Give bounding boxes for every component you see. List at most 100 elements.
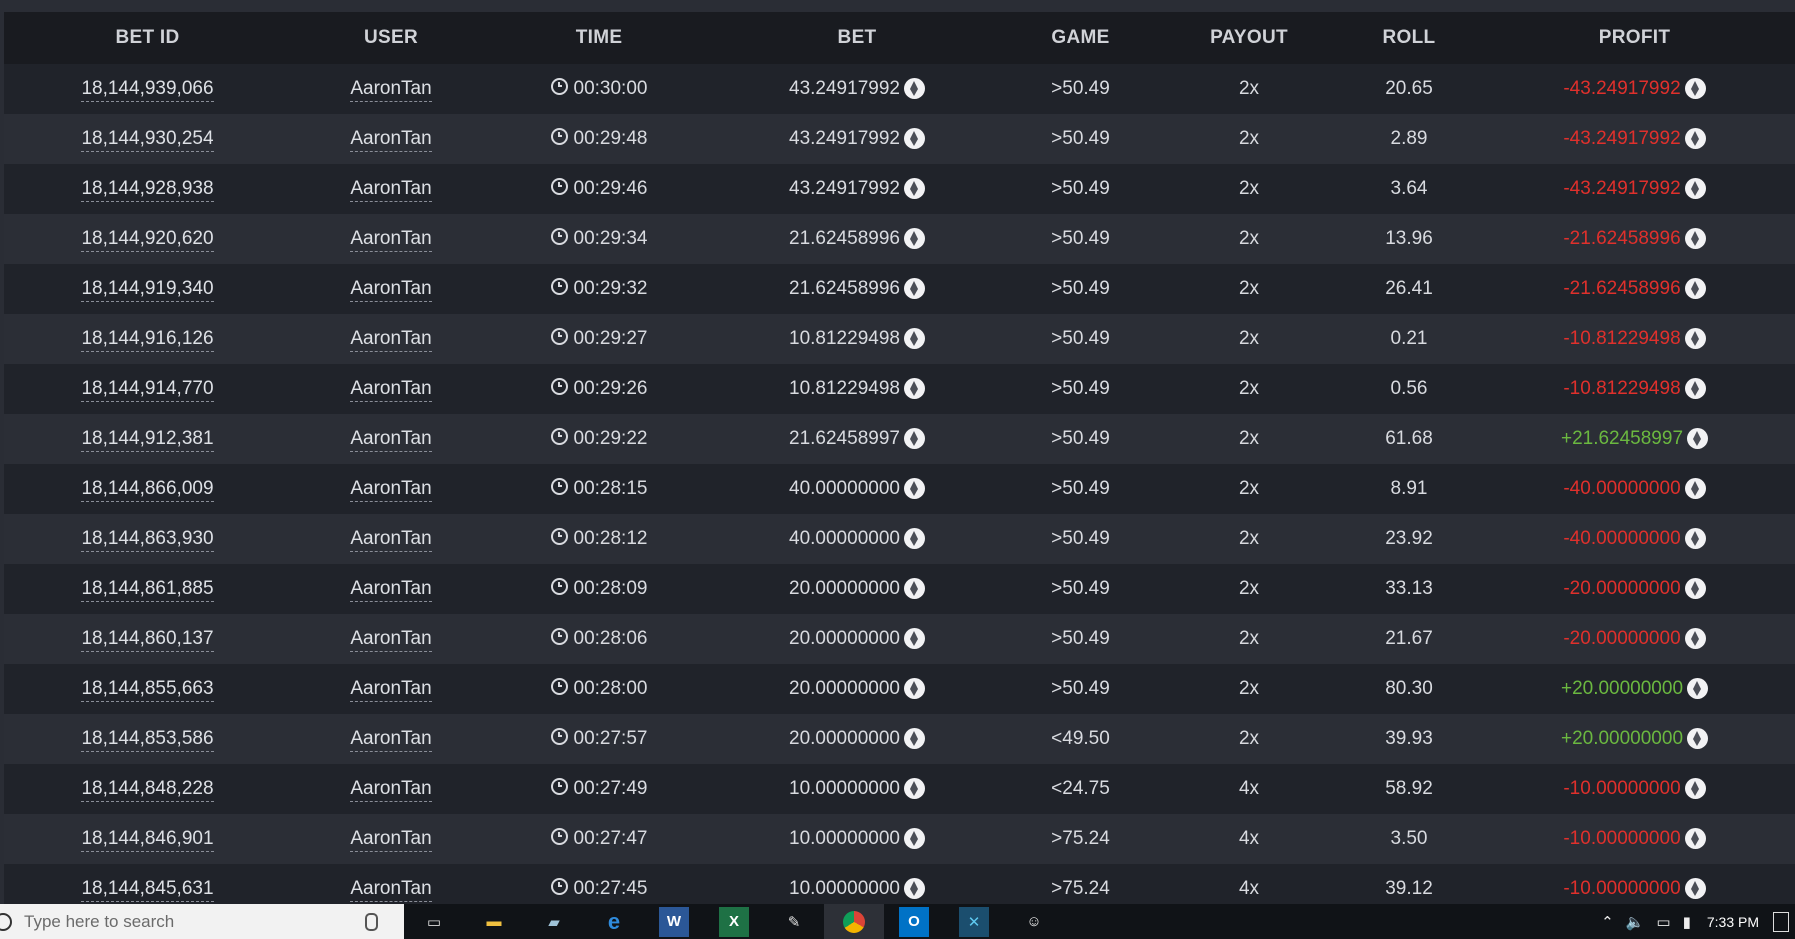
microphone-icon[interactable] — [365, 912, 378, 931]
taskbar-clock[interactable]: 7:33 PM — [1707, 914, 1759, 930]
roll-value: 3.50 — [1390, 828, 1428, 849]
bet-id-cell: 18,144,855,663 — [4, 664, 291, 714]
bet-cell: 43.24917992 — [707, 64, 1007, 114]
game-target: >75.24 — [1051, 878, 1110, 899]
eth-coin-icon — [903, 628, 925, 649]
notifications-icon[interactable] — [1773, 911, 1789, 932]
table-row: 18,144,939,066 AaronTan 00:30:00 43.2491799… — [4, 64, 1795, 114]
bet-id-link[interactable]: 18,144,848,228 — [81, 778, 214, 802]
roll-value: 0.56 — [1390, 378, 1428, 399]
eth-coin-icon — [1687, 728, 1709, 749]
user-link[interactable]: AaronTan — [350, 378, 432, 402]
bet-id-link[interactable]: 18,144,855,663 — [81, 678, 214, 702]
user-link[interactable]: AaronTan — [350, 128, 432, 152]
user-cell: AaronTan — [291, 564, 491, 614]
paint-icon[interactable]: ✎ — [779, 907, 809, 937]
excel-icon[interactable]: X — [719, 906, 749, 937]
clock-icon — [550, 728, 568, 745]
outlook-icon[interactable]: O — [899, 906, 929, 937]
user-link[interactable]: AaronTan — [350, 278, 432, 302]
bet-id-link[interactable]: 18,144,863,930 — [81, 528, 214, 552]
profit-cell: +21.62458997 — [1474, 414, 1795, 464]
user-link[interactable]: AaronTan — [350, 728, 432, 752]
bet-id-link[interactable]: 18,144,916,126 — [81, 328, 214, 352]
roll-value: 39.93 — [1385, 728, 1433, 749]
user-link[interactable]: AaronTan — [350, 678, 432, 702]
bet-id-link[interactable]: 18,144,866,009 — [81, 478, 214, 502]
user-cell: AaronTan — [291, 814, 491, 864]
time-value: 00:29:32 — [573, 278, 648, 299]
chrome-icon[interactable] — [824, 904, 884, 939]
bet-id-link[interactable]: 18,144,914,770 — [81, 378, 214, 402]
eth-coin-icon — [1684, 178, 1706, 199]
eth-coin-icon — [1684, 228, 1706, 249]
table-row: 18,144,930,254 AaronTan 00:29:48 43.2491799… — [4, 114, 1795, 164]
user-link[interactable]: AaronTan — [350, 78, 432, 102]
battery-icon[interactable]: ▮ — [1683, 913, 1691, 931]
user-link[interactable]: AaronTan — [350, 178, 432, 202]
word-icon[interactable]: W — [659, 906, 689, 937]
profit-cell: -43.24917992 — [1474, 164, 1795, 214]
bet-id-link[interactable]: 18,144,846,901 — [81, 828, 214, 852]
bet-id-cell: 18,144,863,930 — [4, 514, 291, 564]
game-target: >50.49 — [1051, 678, 1110, 699]
table-row: 18,144,855,663 AaronTan 00:28:00 20.0000000… — [4, 664, 1795, 714]
app-x-icon[interactable]: ✕ — [959, 906, 989, 937]
time-value: 00:29:48 — [573, 128, 648, 149]
roll-cell: 2.89 — [1344, 114, 1474, 164]
game-target: >50.49 — [1051, 128, 1110, 149]
game-cell: >50.49 — [1007, 264, 1154, 314]
bet-amount: 10.81229498 — [789, 378, 900, 399]
user-link[interactable]: AaronTan — [350, 828, 432, 852]
bet-id-link[interactable]: 18,144,920,620 — [81, 228, 214, 252]
store-icon[interactable]: ▰ — [539, 907, 569, 937]
table-row: 18,144,861,885 AaronTan 00:28:09 20.0000000… — [4, 564, 1795, 614]
eth-coin-icon — [1684, 478, 1706, 499]
roll-value: 20.65 — [1385, 78, 1433, 99]
user-link[interactable]: AaronTan — [350, 428, 432, 452]
profit-value: -21.62458996 — [1563, 278, 1681, 299]
bet-id-link[interactable]: 18,144,939,066 — [81, 78, 214, 102]
user-link[interactable]: AaronTan — [350, 878, 432, 902]
task-view-icon[interactable]: ▭ — [419, 907, 449, 937]
profit-cell: -10.81229498 — [1474, 364, 1795, 414]
table-row: 18,144,928,938 AaronTan 00:29:46 43.2491799… — [4, 164, 1795, 214]
bet-id-link[interactable]: 18,144,845,631 — [81, 878, 214, 902]
game-icon[interactable]: ☺ — [1019, 907, 1049, 937]
game-cell: >50.49 — [1007, 464, 1154, 514]
table-row: 18,144,845,631 AaronTan 00:27:45 10.0000000… — [4, 864, 1795, 904]
roll-cell: 61.68 — [1344, 414, 1474, 464]
time-value: 00:29:34 — [573, 228, 648, 249]
bet-amount: 21.62458996 — [789, 228, 900, 249]
edge-icon[interactable]: e — [599, 907, 629, 937]
game-cell: >50.49 — [1007, 414, 1154, 464]
user-link[interactable]: AaronTan — [350, 528, 432, 552]
bet-id-link[interactable]: 18,144,928,938 — [81, 178, 214, 202]
roll-cell: 33.13 — [1344, 564, 1474, 614]
chevron-up-icon[interactable]: ⌃ — [1601, 913, 1614, 931]
user-link[interactable]: AaronTan — [350, 328, 432, 352]
volume-icon[interactable]: 🔈 — [1626, 913, 1645, 931]
bet-amount: 21.62458996 — [789, 278, 900, 299]
bet-id-link[interactable]: 18,144,919,340 — [81, 278, 214, 302]
network-icon[interactable]: ▭ — [1656, 913, 1670, 931]
bet-id-link[interactable]: 18,144,853,586 — [81, 728, 214, 752]
user-link[interactable]: AaronTan — [350, 628, 432, 652]
profit-cell: -43.24917992 — [1474, 114, 1795, 164]
bet-id-link[interactable]: 18,144,861,885 — [81, 578, 214, 602]
bet-id-cell: 18,144,853,586 — [4, 714, 291, 764]
bet-id-link[interactable]: 18,144,930,254 — [81, 128, 214, 152]
user-link[interactable]: AaronTan — [350, 578, 432, 602]
user-link[interactable]: AaronTan — [350, 228, 432, 252]
user-link[interactable]: AaronTan — [350, 778, 432, 802]
time-cell: 00:30:00 — [491, 64, 707, 114]
taskbar-search[interactable]: Type here to search — [0, 904, 404, 939]
profit-value: -10.81229498 — [1563, 328, 1681, 349]
file-explorer-icon[interactable]: ▬ — [479, 907, 509, 937]
table-row: 18,144,863,930 AaronTan 00:28:12 40.0000000… — [4, 514, 1795, 564]
payout-cell: 4x — [1154, 764, 1344, 814]
clock-icon — [550, 428, 568, 445]
user-link[interactable]: AaronTan — [350, 478, 432, 502]
bet-id-link[interactable]: 18,144,912,381 — [81, 428, 214, 452]
bet-id-link[interactable]: 18,144,860,137 — [81, 628, 214, 652]
